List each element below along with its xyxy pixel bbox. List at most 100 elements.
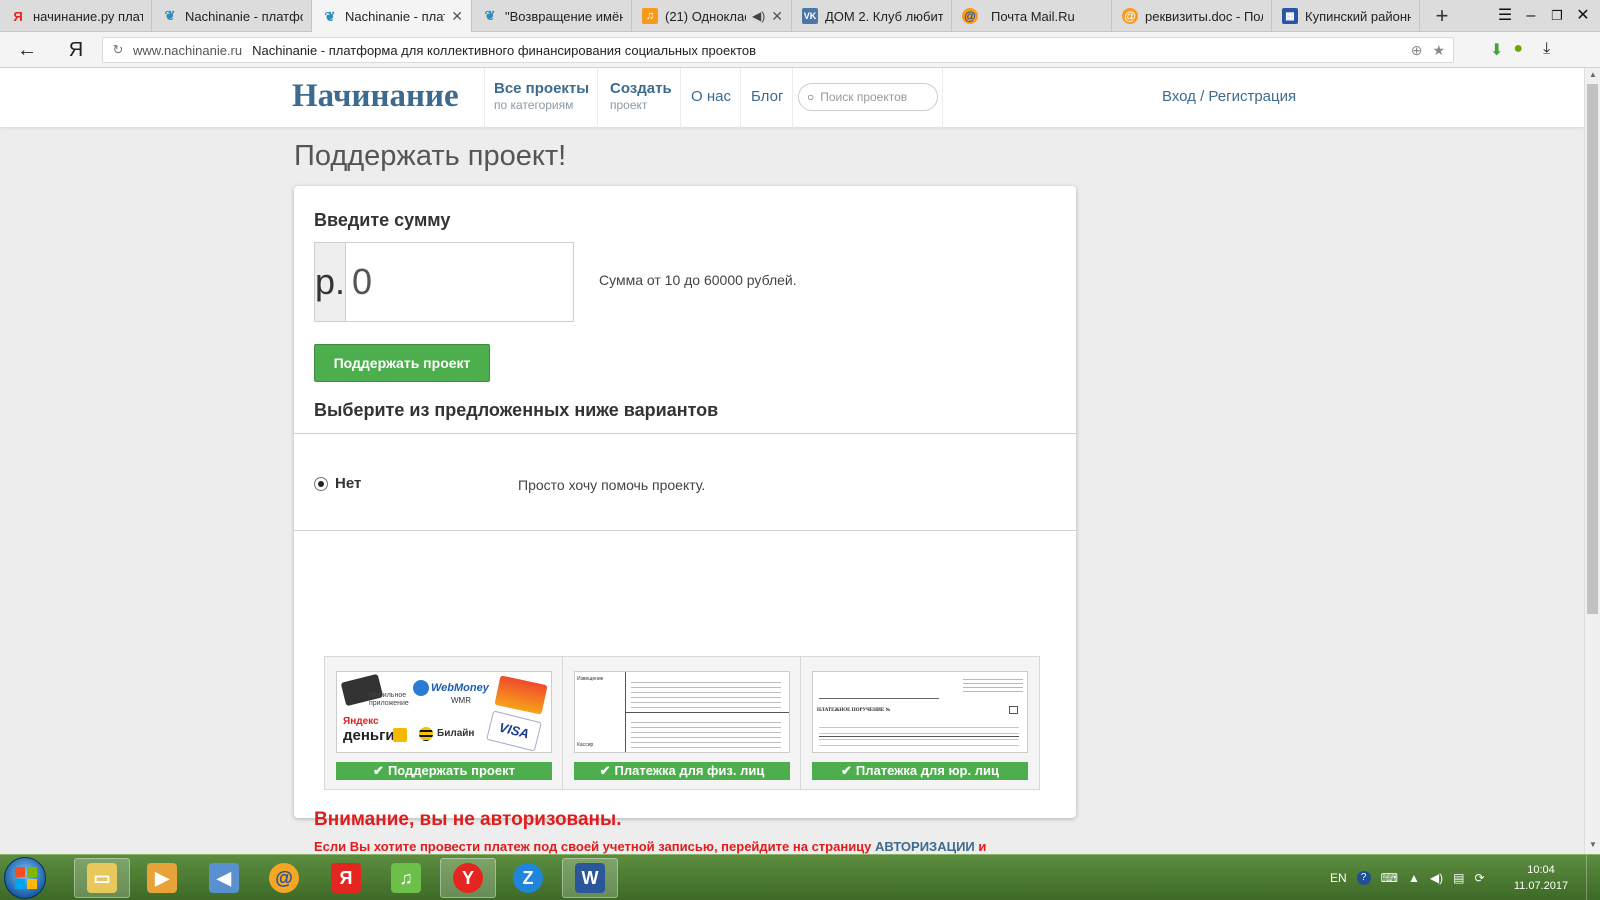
yandex-browser-icon[interactable]: Я [318,858,374,898]
site-header: Начинание Все проекты по категориям Созд… [0,68,1584,128]
new-tab-button[interactable]: + [1428,2,1456,30]
authorization-link[interactable]: АВТОРИЗАЦИИ [875,839,975,854]
clock[interactable]: 10:04 11.07.2017 [1508,862,1574,894]
yandex-icon: Я [331,863,361,893]
show-hidden-icons-icon[interactable]: ▲ [1408,871,1420,885]
beeline-label: Билайн [437,728,475,739]
login-register-link[interactable]: Вход / Регистрация [1162,88,1296,105]
site-logo[interactable]: Начинание [292,78,459,115]
browser-tab[interactable]: ❦ "Возвращение имён [472,0,632,32]
minimize-icon[interactable]: – [1518,4,1544,28]
download-extension-icon[interactable]: ⬇ [1490,40,1503,60]
browser-tab[interactable]: @ Почта Mail.Ru [952,0,1112,32]
browser-tab[interactable]: Я начинание.ру платф [0,0,152,32]
file-explorer-icon[interactable]: ▭ [74,858,130,898]
warning-text: Если Вы хотите провести платеж под своей… [314,838,1054,854]
word-icon[interactable]: W [562,858,618,898]
support-project-button[interactable]: Поддержать проект [314,344,490,382]
system-tray: EN ? ⌨ ▲ ◀) ▤ ⟳ [1330,855,1485,900]
payment-method-online[interactable]: Мобильное приложение WebMoney WMR VISA Я… [324,656,564,790]
bookmark-star-icon[interactable]: ★ [1432,42,1445,59]
page-viewport: Начинание Все проекты по категориям Созд… [0,68,1584,854]
volume-icon[interactable]: ◀) [1430,871,1443,885]
support-project-small-button[interactable]: ✔ Поддержать проект [336,762,552,780]
extension-icon[interactable]: ● [1513,40,1523,60]
legal-entity-payment-button[interactable]: ✔ Платежка для юр. лиц [812,762,1028,780]
payment-method-legal[interactable]: ПЛАТЕЖНОЕ ПОРУЧЕНИЕ № ✔ Платежка для юр. … [800,656,1040,790]
language-indicator[interactable]: EN [1330,871,1347,885]
search-input[interactable]: ○ Поиск проектов [798,83,938,111]
tab-title: Почта Mail.Ru [991,8,1075,24]
beeline-icon [419,727,433,741]
nav-about[interactable]: О нас [691,88,731,105]
amount-field[interactable]: р. [314,242,818,322]
nachinanie-icon: ❦ [324,8,336,24]
nav-create-project[interactable]: Создать проект [610,80,672,112]
volume-app-icon[interactable]: ◀ [196,858,252,898]
scrollbar-thumb[interactable] [1587,84,1598,614]
reward-option[interactable]: Нет [314,475,361,492]
keyboard-icon[interactable]: ⌨ [1381,871,1398,885]
divider [294,530,1076,531]
browser-tab[interactable]: @ реквизиты.doc - Пол [1112,0,1272,32]
clock-date: 11.07.2017 [1513,880,1569,892]
search-icon: ○ [807,90,815,104]
tab-title: реквизиты.doc - Пол [1145,8,1263,24]
nav-divider [942,68,943,128]
form-cashier-text: Кассир [577,742,594,748]
browser-tab-active[interactable]: ❦ Nachinanie - плат ✕ [312,0,472,33]
option-description: Просто хочу помочь проекту. [518,477,706,493]
radio-button-selected[interactable] [314,476,328,491]
music-icon[interactable]: ♫ [378,858,434,898]
mail-ru-cloud-icon: @ [1122,8,1138,24]
scroll-down-arrow-icon[interactable]: ▼ [1585,840,1600,854]
yandex-button-icon[interactable]: Я [66,38,86,62]
start-button[interactable] [4,857,46,899]
tab-title: Nachinanie - плат [345,9,446,24]
nav-divider [597,68,598,128]
address-bar[interactable]: ↻ www.nachinanie.ru Nachinanie - платфор… [102,37,1454,63]
restore-icon[interactable]: ❐ [1544,4,1570,28]
payment-method-individual[interactable]: Извещение Кассир ✔ Платежка для физ. лиц [562,656,802,790]
downloads-icon[interactable]: ⤓ [1543,40,1550,60]
individual-payment-button[interactable]: ✔ Платежка для физ. лиц [574,762,790,780]
browser-tab[interactable]: ♫ (21) Однокласс ◀) ✕ [632,0,792,32]
close-tab-icon[interactable]: ✕ [771,8,783,25]
nav-divider [484,68,485,128]
scroll-up-arrow-icon[interactable]: ▲ [1585,70,1600,84]
form-line [625,712,789,713]
yandex-icon: Я [13,8,23,24]
nav-all-projects[interactable]: Все проекты по категориям [494,80,589,112]
close-window-icon[interactable]: ✕ [1570,4,1596,28]
browser-tab[interactable]: ▦ Купинский районны [1272,0,1420,32]
mail-agent-icon[interactable]: @ [256,858,312,898]
checkmark-icon: ✔ [841,763,852,778]
network-icon[interactable]: ▤ [1453,871,1464,885]
mail-ru-icon: @ [962,8,978,24]
speaker-icon[interactable]: ◀) [752,9,765,23]
translate-icon[interactable]: ⊕ [1411,42,1423,59]
menu-icon[interactable]: ☰ [1492,4,1518,28]
warning-text-part: Если Вы хотите провести платеж под своей… [314,839,876,854]
page-scrollbar[interactable]: ▲ ▼ [1584,68,1600,854]
option-label: Нет [335,475,362,492]
back-arrow-icon[interactable]: ← [14,38,40,62]
zoom-icon[interactable]: Z [500,858,556,898]
show-desktop-button[interactable] [1586,855,1600,900]
browser-tab[interactable]: ❦ Nachinanie - платфо [152,0,312,32]
nav-blog[interactable]: Блог [751,88,783,105]
reload-icon[interactable]: ↻ [103,42,133,58]
url-domain: www.nachinanie.ru [133,42,243,58]
nav-sublabel: проект [610,98,648,112]
close-tab-icon[interactable]: ✕ [451,8,463,25]
browser-tab[interactable]: VK ДОМ 2. Клуб любите [792,0,952,32]
help-icon[interactable]: ? [1356,871,1371,885]
at-sign-icon: @ [269,863,299,893]
yandex-money-label-2: деньги [343,727,395,744]
media-player-icon[interactable]: ▶ [134,858,190,898]
url-page-title: Nachinanie - платформа для коллективного… [252,42,757,58]
visa-label: VISA [497,719,531,742]
visa-card-icon: VISA [486,710,542,752]
sync-icon[interactable]: ⟳ [1474,871,1484,885]
yandex-icon[interactable]: Y [440,858,496,898]
